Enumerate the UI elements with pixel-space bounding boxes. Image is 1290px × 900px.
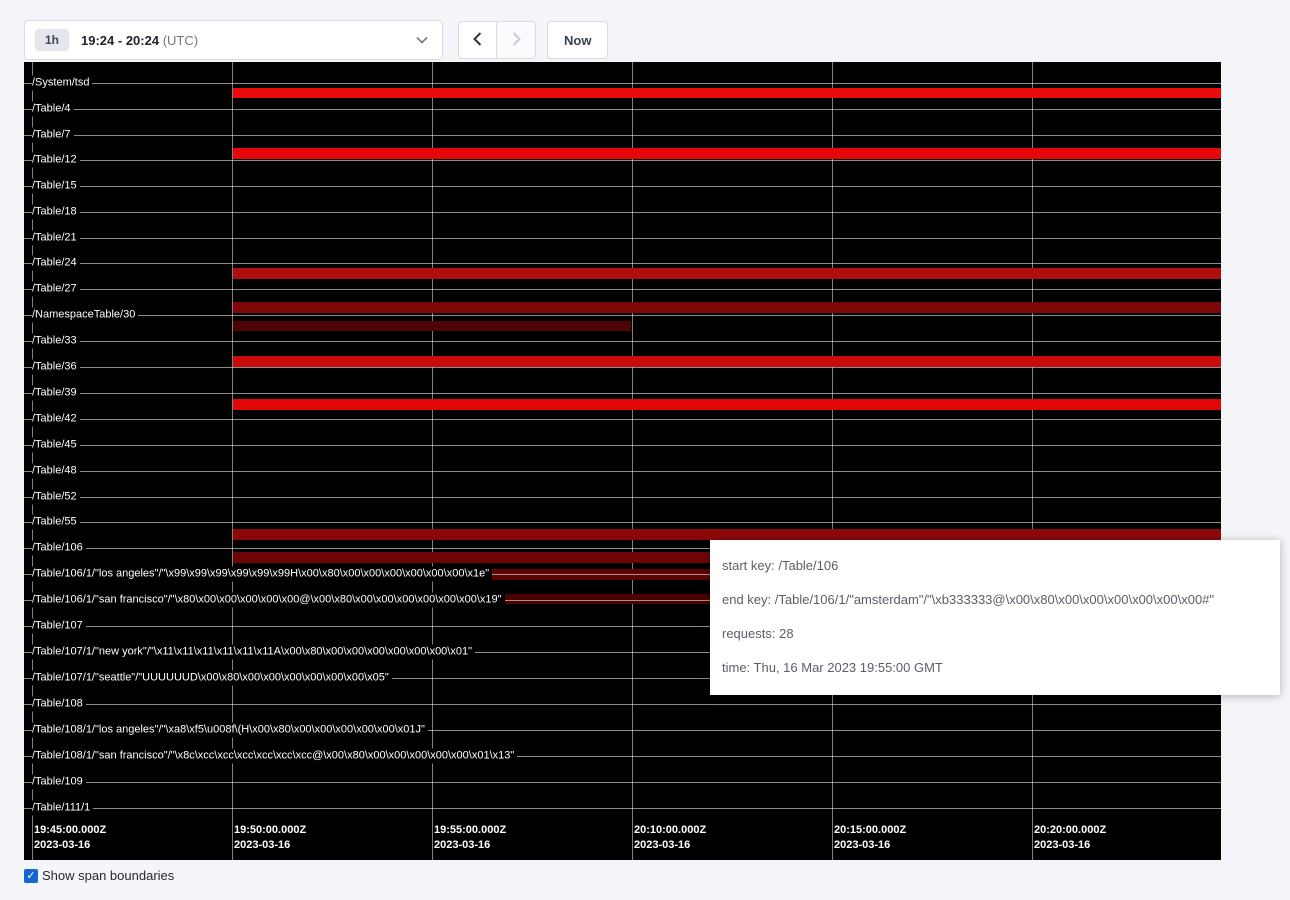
span-key-label: /Table/12 bbox=[32, 153, 80, 168]
span-key-label: /Table/48 bbox=[32, 464, 80, 479]
tooltip-end-key: end key: /Table/106/1/"amsterdam"/"\xb33… bbox=[722, 592, 1258, 608]
heat-band[interactable] bbox=[233, 321, 631, 331]
tooltip-time: time: Thu, 16 Mar 2023 19:55:00 GMT bbox=[722, 660, 1258, 676]
heat-band[interactable] bbox=[233, 268, 1221, 279]
heat-band[interactable] bbox=[233, 356, 1221, 367]
span-boundary-line bbox=[24, 522, 1221, 523]
span-key-label: /Table/106 bbox=[32, 541, 86, 556]
span-boundary-line bbox=[24, 289, 1221, 290]
span-boundary-line bbox=[24, 186, 1221, 187]
span-key-label: /Table/107/1/"seattle"/"UUUUUUD\x00\x80\… bbox=[32, 671, 392, 686]
span-boundary-line bbox=[24, 135, 1221, 136]
time-gridline bbox=[232, 62, 233, 860]
span-boundary-line bbox=[24, 704, 1221, 705]
span-boundary-line bbox=[24, 263, 1221, 264]
span-boundary-line bbox=[24, 238, 1221, 239]
span-key-label: /Table/111/1 bbox=[32, 801, 93, 816]
chevron-right-icon bbox=[512, 32, 521, 49]
time-axis-label: 19:55:00.000Z2023-03-16 bbox=[434, 823, 506, 853]
span-key-label: /Table/4 bbox=[32, 102, 74, 117]
chevron-down-icon bbox=[416, 36, 428, 44]
span-boundary-line bbox=[24, 497, 1221, 498]
span-boundary-line bbox=[24, 419, 1221, 420]
span-key-label: /Table/39 bbox=[32, 386, 80, 401]
span-key-label: /Table/109 bbox=[32, 775, 86, 790]
heat-band[interactable] bbox=[233, 399, 1221, 410]
span-key-label: /Table/106/1/"san francisco"/"\x80\x00\x… bbox=[32, 593, 505, 608]
span-key-label: /Table/15 bbox=[32, 179, 80, 194]
checkbox-label: Show span boundaries bbox=[42, 868, 174, 883]
span-key-label: /Table/27 bbox=[32, 282, 80, 297]
next-time-button[interactable] bbox=[497, 21, 536, 59]
span-key-label: /Table/18 bbox=[32, 205, 80, 220]
span-key-label: /Table/108/1/"los angeles"/"\xa8\xf5\u00… bbox=[32, 723, 428, 738]
time-gridline bbox=[1032, 62, 1033, 860]
heat-band[interactable] bbox=[233, 302, 1221, 313]
show-span-boundaries-toggle[interactable]: ✓ Show span boundaries bbox=[24, 868, 174, 883]
timezone-label: (UTC) bbox=[163, 33, 198, 48]
heat-band[interactable] bbox=[233, 529, 1221, 540]
time-axis-label: 19:50:00.000Z2023-03-16 bbox=[234, 823, 306, 853]
span-key-label: /Table/107/1/"new york"/"\x11\x11\x11\x1… bbox=[32, 645, 475, 660]
time-gridline bbox=[432, 62, 433, 860]
span-key-label: /Table/21 bbox=[32, 231, 80, 246]
span-boundary-line bbox=[24, 109, 1221, 110]
span-key-label: /Table/33 bbox=[32, 334, 80, 349]
span-boundary-line bbox=[24, 160, 1221, 161]
span-key-label: /Table/106/1/"los angeles"/"\x99\x99\x99… bbox=[32, 567, 492, 582]
span-tooltip: start key: /Table/106 end key: /Table/10… bbox=[710, 540, 1280, 695]
time-axis-label: 19:45:00.000Z2023-03-16 bbox=[34, 823, 106, 853]
span-boundary-line bbox=[24, 367, 1221, 368]
span-key-label: /NamespaceTable/30 bbox=[32, 308, 138, 323]
span-key-label: /Table/24 bbox=[32, 256, 80, 271]
time-range-select[interactable]: 1h 19:24 - 20:24 (UTC) bbox=[24, 20, 443, 60]
duration-badge: 1h bbox=[35, 29, 69, 51]
tooltip-requests: requests: 28 bbox=[722, 626, 1258, 642]
span-boundary-line bbox=[24, 315, 1221, 316]
chevron-left-icon bbox=[473, 32, 482, 49]
keyvis-canvas[interactable]: /System/tsd/Table/4/Table/7/Table/12/Tab… bbox=[24, 62, 1221, 860]
heat-band[interactable] bbox=[233, 148, 1221, 159]
prev-time-button[interactable] bbox=[458, 21, 497, 59]
span-key-label: /Table/107 bbox=[32, 619, 86, 634]
span-boundary-line bbox=[24, 782, 1221, 783]
time-axis-label: 20:20:00.000Z2023-03-16 bbox=[1034, 823, 1106, 853]
span-key-label: /Table/7 bbox=[32, 128, 74, 143]
span-boundary-line bbox=[24, 341, 1221, 342]
span-boundary-line bbox=[24, 83, 1221, 84]
toolbar: 1h 19:24 - 20:24 (UTC) Now bbox=[24, 20, 608, 60]
span-key-label: /Table/36 bbox=[32, 360, 80, 375]
time-nav-group bbox=[458, 21, 536, 59]
span-key-label: /Table/52 bbox=[32, 490, 80, 505]
now-button[interactable]: Now bbox=[547, 21, 608, 59]
span-key-label: /Table/108/1/"san francisco"/"\x8c\xcc\x… bbox=[32, 749, 517, 764]
tooltip-start-key: start key: /Table/106 bbox=[722, 558, 1258, 574]
time-range-value: 19:24 - 20:24 bbox=[81, 33, 159, 48]
span-key-label: /Table/55 bbox=[32, 515, 80, 530]
span-boundary-line bbox=[24, 393, 1221, 394]
span-boundary-line bbox=[24, 808, 1221, 809]
span-key-label: /Table/45 bbox=[32, 438, 80, 453]
time-range-label: 19:24 - 20:24 (UTC) bbox=[81, 33, 198, 48]
span-key-label: /System/tsd bbox=[32, 76, 92, 91]
span-boundary-line bbox=[24, 471, 1221, 472]
time-axis-label: 20:10:00.000Z2023-03-16 bbox=[634, 823, 706, 853]
time-axis-label: 20:15:00.000Z2023-03-16 bbox=[834, 823, 906, 853]
checkbox-checked-icon[interactable]: ✓ bbox=[24, 869, 38, 883]
span-boundary-line bbox=[24, 212, 1221, 213]
span-key-label: /Table/42 bbox=[32, 412, 80, 427]
span-key-label: /Table/108 bbox=[32, 697, 86, 712]
span-boundary-line bbox=[24, 445, 1221, 446]
time-gridline bbox=[832, 62, 833, 860]
heat-band[interactable] bbox=[233, 88, 1221, 98]
time-gridline bbox=[632, 62, 633, 860]
